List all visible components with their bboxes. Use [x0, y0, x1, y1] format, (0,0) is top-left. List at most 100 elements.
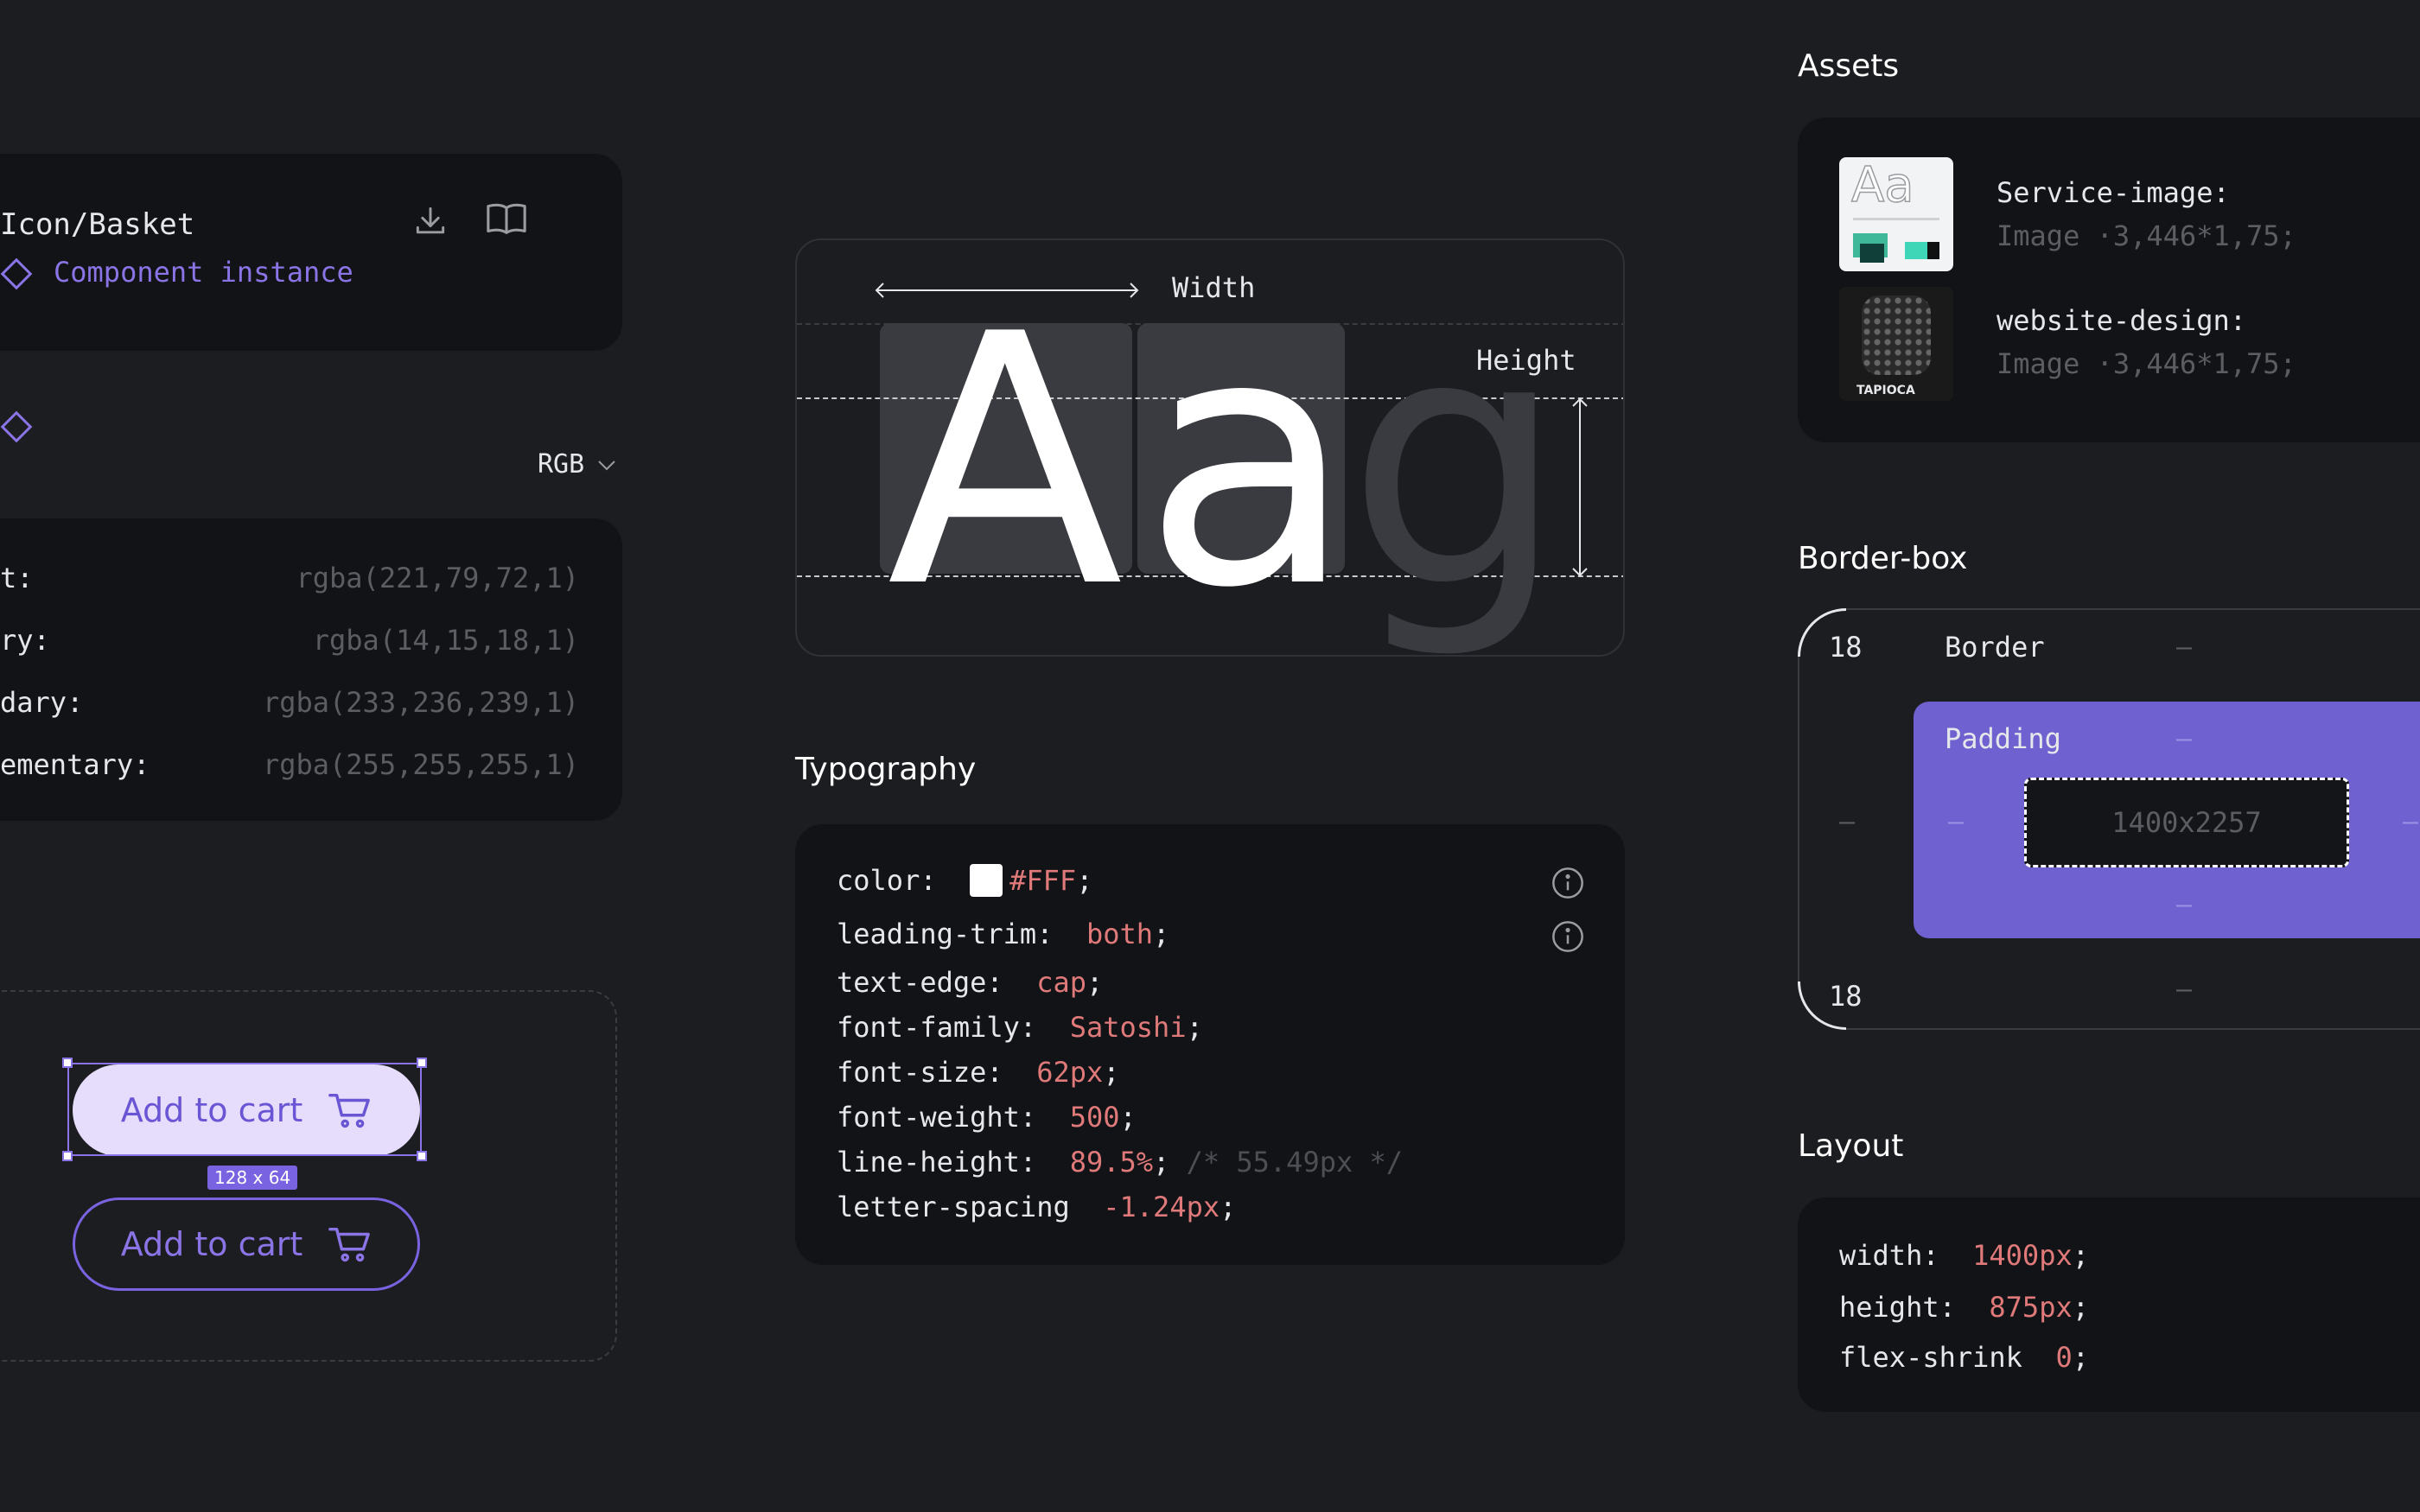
code-row: flex-shrink 0;: [1839, 1341, 2089, 1374]
color-row: t: rgba(221,79,72,1): [0, 562, 579, 594]
padding-left-dash: –: [1948, 807, 1965, 837]
code-suffix: ;: [1103, 1056, 1120, 1089]
selection-handle[interactable]: [417, 1151, 427, 1161]
selection-handle[interactable]: [62, 1151, 73, 1161]
component-instance-link[interactable]: Component instance: [54, 256, 353, 289]
border-top-value: 18: [1829, 631, 1863, 664]
code-value: cap: [1036, 966, 1086, 999]
selection-handle[interactable]: [417, 1058, 427, 1068]
cart-icon: [328, 1227, 371, 1262]
color-row: dary: rgba(233,236,239,1): [0, 686, 579, 719]
asset-meta: Image ·3,446*1,75;: [1996, 219, 2296, 252]
selection-size-badge: 128 x 64: [207, 1166, 298, 1190]
assets-panel: Aa Service-image: Image ·3,446*1,75; TAP…: [1798, 118, 2420, 442]
code-value: 1400px: [1972, 1239, 2073, 1272]
code-value: 0: [2055, 1341, 2073, 1374]
code-prop: leading-trim:: [837, 918, 1054, 950]
chevron-down-icon: [598, 460, 615, 470]
code-row: height: 875px;: [1839, 1291, 2089, 1324]
color-token-value: rgba(221,79,72,1): [296, 562, 579, 594]
color-mode-select[interactable]: RGB: [538, 449, 617, 480]
code-prop: text-edge:: [837, 966, 1003, 999]
download-button[interactable]: [406, 197, 455, 245]
assets-title: Assets: [1798, 48, 1900, 84]
color-mode-value: RGB: [538, 449, 585, 480]
code-row: font-family: Satoshi;: [837, 1011, 1203, 1044]
code-value: Satoshi: [1069, 1011, 1187, 1044]
border-top-dash: –: [2176, 632, 2193, 663]
thumb-pattern: [1862, 295, 1931, 375]
add-to-cart-label: Add to cart: [120, 1225, 303, 1263]
layout-title: Layout: [1798, 1128, 1904, 1164]
thumb-accent: [1905, 242, 1927, 259]
download-icon: [416, 206, 445, 234]
thumb-accent: [1860, 244, 1884, 263]
asset-name: Service-image:: [1996, 176, 2230, 209]
height-label: Height: [1476, 344, 1576, 377]
color-token-label: ementary:: [0, 748, 150, 781]
asset-meta: Image ·3,446*1,75;: [1996, 347, 2296, 380]
code-value: 62px: [1036, 1056, 1104, 1089]
code-suffix: ;: [1153, 918, 1170, 950]
add-to-cart-button-outline[interactable]: Add to cart: [73, 1198, 420, 1291]
color-row: ementary: rgba(255,255,255,1): [0, 748, 579, 781]
width-arrow: [875, 283, 1139, 298]
code-value: -1.24px: [1103, 1191, 1220, 1223]
code-prop: font-weight:: [837, 1101, 1037, 1134]
height-arrow: [1572, 397, 1588, 577]
code-suffix: ;: [1119, 1101, 1137, 1134]
code-suffix: ;: [1186, 1011, 1203, 1044]
typography-code-panel: color: #FFF; leading-trim: both; text-ed…: [795, 824, 1625, 1265]
border-box-diagram: 18 18 Border – – – Padding – – – – 1400x…: [1798, 608, 2420, 1030]
code-suffix: ;: [1220, 1191, 1237, 1223]
code-prop: width:: [1839, 1239, 1939, 1272]
typography-title: Typography: [795, 752, 977, 787]
width-label: Width: [1172, 271, 1256, 304]
code-row: line-height: 89.5%; /* 55.49px */: [837, 1146, 1403, 1178]
glyph-g: g: [1347, 262, 1566, 657]
code-row: width: 1400px;: [1839, 1239, 2089, 1272]
asset-thumbnail-website[interactable]: TAPIOCA: [1839, 287, 1953, 401]
code-prop: line-height:: [837, 1146, 1037, 1178]
info-icon[interactable]: [1551, 919, 1585, 954]
code-row: color: #FFF;: [837, 864, 1092, 897]
asset-thumb-text: TAPIOCA: [1856, 384, 1915, 397]
color-row: ry: rgba(14,15,18,1): [0, 624, 579, 657]
border-left-dash: –: [1839, 807, 1856, 837]
content-box[interactable]: 1400x2257: [2024, 778, 2349, 867]
code-suffix: ;: [2072, 1291, 2089, 1324]
code-suffix: ;: [1086, 966, 1104, 999]
code-row: leading-trim: both;: [837, 918, 1169, 950]
code-prop: font-family:: [837, 1011, 1037, 1044]
font-metrics-diagram: A a g Width Height: [795, 238, 1625, 657]
code-row: letter-spacing -1.24px;: [837, 1191, 1236, 1223]
code-suffix: ;: [1153, 1146, 1170, 1178]
color-swatch: [970, 864, 1003, 897]
code-value: 89.5%: [1069, 1146, 1154, 1178]
code-prop: flex-shrink: [1839, 1341, 2022, 1374]
code-value: 875px: [1989, 1291, 2073, 1324]
code-prop: height:: [1839, 1291, 1956, 1324]
code-value: 500: [1069, 1101, 1120, 1134]
selection-handle[interactable]: [62, 1058, 73, 1068]
code-suffix: ;: [1076, 864, 1093, 897]
color-token-label: ry:: [0, 624, 50, 657]
asset-thumbnail-service[interactable]: Aa: [1839, 157, 1953, 271]
padding-bottom-dash: –: [2176, 890, 2193, 920]
code-comment: /* 55.49px */: [1186, 1146, 1404, 1178]
asset-thumb-text: Aa: [1850, 157, 1914, 214]
selection-outline: [67, 1063, 422, 1156]
content-size: 1400x2257: [2111, 806, 2262, 839]
color-token-label: dary:: [0, 686, 84, 719]
layout-code-panel: width: 1400px; height: 875px; flex-shrin…: [1798, 1198, 2420, 1412]
code-value: both: [1086, 918, 1154, 950]
code-prop: font-size:: [837, 1056, 1003, 1089]
padding-right-dash: –: [2403, 807, 2419, 837]
padding-label: Padding: [1945, 722, 2061, 755]
border-bottom-value: 18: [1829, 980, 1863, 1013]
info-icon[interactable]: [1551, 866, 1585, 900]
color-token-value: rgba(14,15,18,1): [312, 624, 579, 657]
docs-button[interactable]: [482, 195, 531, 244]
glyph-a-upper: A: [887, 262, 1124, 657]
code-prop: color:: [837, 864, 937, 897]
